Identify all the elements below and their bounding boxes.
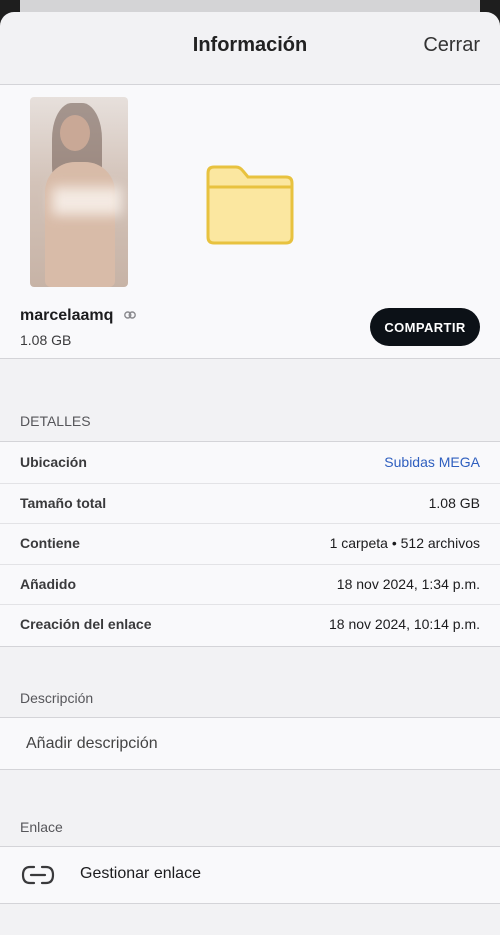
item-size: 1.08 GB [20, 332, 72, 348]
detail-value: 18 nov 2024, 10:14 p.m. [329, 616, 480, 633]
manage-link-label: Gestionar enlace [80, 865, 201, 882]
location-link[interactable]: Subidas MEGA [384, 454, 480, 470]
details-list: Ubicación Subidas MEGA Tamaño total 1.08… [0, 441, 500, 647]
info-sheet: Información Cerrar marcelaamq 1.08 GB CO… [0, 12, 500, 935]
description-input[interactable] [26, 718, 466, 769]
detail-key: Creación del enlace [20, 616, 152, 633]
detail-key: Ubicación [20, 454, 87, 470]
sheet-header: Información Cerrar [0, 12, 500, 85]
description-section-label: Descripción [20, 690, 94, 706]
item-name: marcelaamq [20, 307, 136, 325]
detail-row-added: Añadido 18 nov 2024, 1:34 p.m. [0, 563, 500, 605]
detail-key: Añadido [20, 575, 76, 592]
item-preview: marcelaamq 1.08 GB COMPARTIR [0, 85, 500, 359]
description-field-container [0, 717, 500, 770]
detail-value: 18 nov 2024, 1:34 p.m. [336, 575, 480, 592]
details-section-label: DETALLES [20, 413, 91, 429]
manage-link-button[interactable]: Gestionar enlace [0, 846, 500, 904]
detail-value: 1.08 GB [428, 494, 480, 511]
link-badge-icon [123, 311, 136, 319]
thumbnail-image [30, 97, 128, 287]
detail-key: Contiene [20, 535, 80, 552]
link-icon [21, 865, 55, 885]
close-button[interactable]: Cerrar [423, 34, 480, 57]
share-button[interactable]: COMPARTIR [370, 308, 480, 346]
detail-row-location: Ubicación Subidas MEGA [0, 442, 500, 483]
detail-row-link-created: Creación del enlace 18 nov 2024, 10:14 p… [0, 604, 500, 645]
detail-row-contains: Contiene 1 carpeta • 512 archivos [0, 523, 500, 564]
item-name-text: marcelaamq [20, 307, 114, 324]
detail-value: 1 carpeta • 512 archivos [329, 535, 480, 552]
detail-key: Tamaño total [20, 494, 107, 511]
detail-row-total-size: Tamaño total 1.08 GB [0, 482, 500, 524]
folder-icon [206, 165, 294, 245]
link-section-label: Enlace [20, 819, 63, 835]
